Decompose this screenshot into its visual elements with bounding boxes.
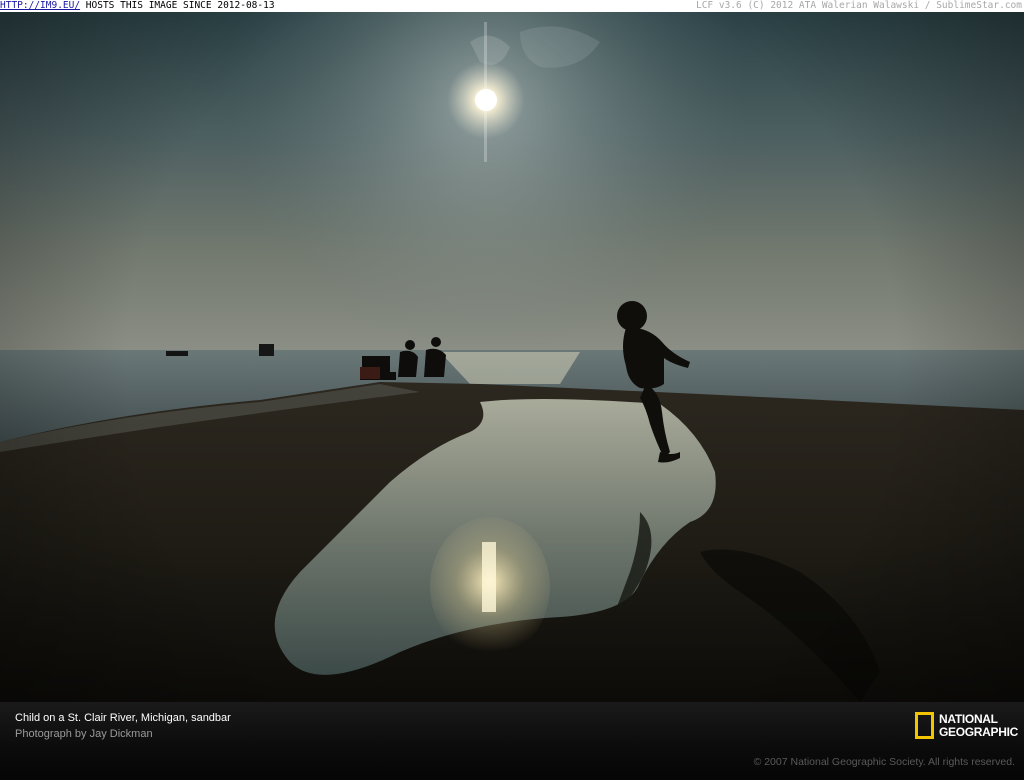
national-geographic-logo: NATIONAL GEOGRAPHIC bbox=[915, 711, 1019, 741]
host-banner-left: HTTP://IM9.EU/ HOSTS THIS IMAGE SINCE 20… bbox=[0, 0, 275, 12]
photo-title: Child on a St. Clair River, Michigan, sa… bbox=[15, 712, 231, 724]
host-link[interactable]: HTTP://IM9.EU/ bbox=[0, 0, 80, 11]
host-banner: HTTP://IM9.EU/ HOSTS THIS IMAGE SINCE 20… bbox=[0, 0, 1024, 12]
photo-credit: Photograph by Jay Dickman bbox=[15, 728, 153, 740]
vignette bbox=[0, 12, 1024, 702]
caption-bar: Child on a St. Clair River, Michigan, sa… bbox=[0, 702, 1024, 780]
host-since-text: HOSTS THIS IMAGE SINCE 2012-08-13 bbox=[80, 0, 275, 11]
copyright-text: © 2007 National Geographic Society. All … bbox=[753, 756, 1015, 768]
host-credit-text: LCF v3.6 (C) 2012 ATA Walerian Walawski … bbox=[695, 0, 1022, 11]
logo-line-2: GEOGRAPHIC bbox=[939, 725, 1019, 739]
beach-photograph bbox=[0, 12, 1024, 702]
yellow-frame-icon bbox=[915, 712, 934, 739]
